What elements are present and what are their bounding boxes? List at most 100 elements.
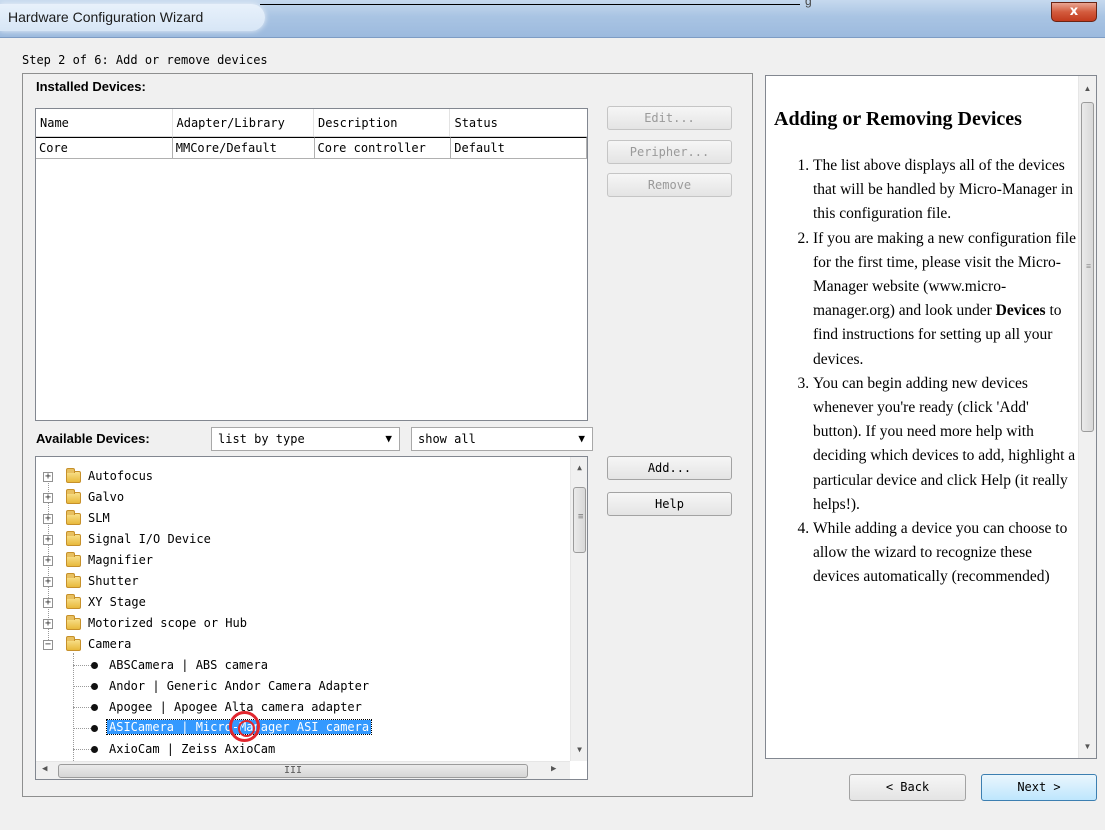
tree-category-slm[interactable]: + SLM	[36, 508, 566, 529]
collapse-icon[interactable]: −	[43, 640, 53, 650]
expand-icon[interactable]: +	[43, 535, 53, 545]
help-item: You can begin adding new devices wheneve…	[813, 372, 1076, 517]
column-header-adapter[interactable]: Adapter/Library	[173, 109, 314, 136]
folder-icon	[66, 489, 81, 504]
cell-adapter: MMCore/Default	[172, 137, 315, 159]
help-text: While adding a device you can choose to …	[813, 520, 1068, 586]
scrollbar-thumb[interactable]: ≡	[573, 487, 586, 553]
folder-icon	[66, 510, 81, 525]
filter-value: show all	[418, 432, 476, 446]
tree-category-xy-stage[interactable]: + XY Stage	[36, 592, 566, 613]
device-bullet-icon	[91, 662, 98, 669]
tree-item-axiocam[interactable]: AxioCam | Zeiss AxioCam	[36, 739, 566, 760]
cell-description: Core controller	[314, 137, 452, 159]
column-header-description[interactable]: Description	[314, 109, 451, 136]
next-button[interactable]: Next >	[981, 774, 1097, 801]
scroll-left-icon[interactable]: ◀	[42, 764, 47, 774]
tree-node-label: ABSCamera | ABS camera	[109, 658, 268, 672]
tree-connector	[73, 749, 91, 750]
cell-status: Default	[451, 137, 587, 159]
list-mode-dropdown[interactable]: list by type ▼	[211, 427, 400, 451]
expand-icon[interactable]: +	[43, 493, 53, 503]
tree-category-signal-io[interactable]: + Signal I/O Device	[36, 529, 566, 550]
tree-connector	[73, 665, 91, 666]
scroll-right-icon[interactable]: ▶	[551, 764, 556, 774]
top-edge-fragment: g	[805, 0, 812, 8]
expand-icon[interactable]: +	[43, 472, 53, 482]
expand-icon[interactable]: +	[43, 577, 53, 587]
tree-category-shutter[interactable]: + Shutter	[36, 571, 566, 592]
peripherals-button[interactable]: Peripher...	[607, 140, 732, 164]
scroll-down-icon[interactable]: ▼	[1079, 738, 1096, 755]
installed-devices-table: Name Adapter/Library Description Status …	[35, 108, 588, 421]
tree-connector	[73, 707, 91, 708]
folder-icon	[66, 468, 81, 483]
close-button[interactable]: x	[1051, 2, 1097, 22]
window-title: Hardware Configuration Wizard	[8, 9, 204, 25]
help-vertical-scrollbar[interactable]: ▲ ≡ ▼	[1078, 76, 1096, 758]
tree-vertical-scrollbar[interactable]: ▲ ≡ ▼	[570, 457, 587, 761]
expand-icon[interactable]: +	[43, 619, 53, 629]
grip-icon: ≡	[578, 512, 584, 522]
table-header: Name Adapter/Library Description Status	[36, 109, 587, 137]
help-bold-text: Devices	[995, 302, 1046, 320]
folder-icon	[66, 615, 81, 630]
grip-icon: ≡	[1086, 261, 1092, 271]
device-bullet-icon	[91, 704, 98, 711]
add-button[interactable]: Add...	[607, 456, 732, 480]
installed-devices-label: Installed Devices:	[36, 79, 146, 94]
tree-node-label: Magnifier	[88, 553, 154, 567]
tree-item-andor[interactable]: Andor | Generic Andor Camera Adapter	[36, 676, 566, 697]
annotation-circle	[229, 711, 260, 742]
tree-category-autofocus[interactable]: + Autofocus	[36, 466, 566, 487]
folder-open-icon	[66, 636, 81, 651]
help-button[interactable]: Help	[607, 492, 732, 516]
expand-icon[interactable]: +	[43, 598, 53, 608]
tree-node-label: Camera	[88, 637, 132, 651]
step-label: Step 2 of 6: Add or remove devices	[22, 53, 268, 67]
tree-node-label: AxioCam | Zeiss AxioCam	[109, 742, 276, 756]
remove-button[interactable]: Remove	[607, 173, 732, 197]
title-bar: Hardware Configuration Wizard g x	[0, 0, 1105, 38]
tree-horizontal-scrollbar[interactable]: ◀ III ▶	[36, 761, 570, 779]
help-panel: Adding or Removing Devices The list abov…	[765, 75, 1097, 759]
table-row[interactable]: Core MMCore/Default Core controller Defa…	[36, 137, 587, 159]
scroll-up-icon[interactable]: ▲	[571, 459, 587, 476]
device-bullet-icon	[91, 683, 98, 690]
tree-node-label: Autofocus	[88, 469, 154, 483]
tree-category-galvo[interactable]: + Galvo	[36, 487, 566, 508]
tree-item-abscamera[interactable]: ABSCamera | ABS camera	[36, 655, 566, 676]
tree-node-label: SLM	[88, 511, 110, 525]
folder-icon	[66, 552, 81, 567]
tree-item-apogee[interactable]: Apogee | Apogee Alta camera adapter	[36, 697, 566, 718]
help-item: The list above displays all of the devic…	[813, 154, 1076, 227]
tree-category-magnifier[interactable]: + Magnifier	[36, 550, 566, 571]
tree-category-camera[interactable]: − Camera	[36, 634, 566, 655]
list-mode-value: list by type	[218, 432, 305, 446]
edit-button[interactable]: Edit...	[607, 106, 732, 130]
folder-icon	[66, 573, 81, 588]
tree-node-label: Shutter	[88, 574, 139, 588]
scroll-up-icon[interactable]: ▲	[1079, 80, 1096, 97]
tree-item-asicamera-selected[interactable]: ASICamera | Micro-Manager ASI camera	[36, 718, 566, 739]
help-item: While adding a device you can choose to …	[813, 517, 1076, 590]
column-header-status[interactable]: Status	[450, 109, 587, 136]
column-header-name[interactable]: Name	[36, 109, 173, 136]
top-edge-line	[260, 4, 800, 5]
tree-node-label: Motorized scope or Hub	[88, 616, 247, 630]
scrollbar-thumb[interactable]: ≡	[1081, 102, 1094, 432]
available-devices-tree[interactable]: + Autofocus + Galvo + SLM + Signal I/O D…	[35, 456, 588, 780]
expand-icon[interactable]: +	[43, 556, 53, 566]
available-devices-label: Available Devices:	[36, 431, 150, 446]
filter-dropdown[interactable]: show all ▼	[411, 427, 593, 451]
tree-connector	[73, 728, 91, 729]
scrollbar-thumb[interactable]: III	[58, 764, 528, 778]
close-icon: x	[1069, 4, 1079, 19]
back-button[interactable]: < Back	[849, 774, 966, 801]
help-list: The list above displays all of the devic…	[786, 154, 1076, 590]
expand-icon[interactable]: +	[43, 514, 53, 524]
scroll-down-icon[interactable]: ▼	[571, 741, 587, 758]
help-item: If you are making a new configuration fi…	[813, 227, 1076, 372]
chevron-down-icon: ▼	[578, 432, 585, 445]
tree-category-motorized-scope[interactable]: + Motorized scope or Hub	[36, 613, 566, 634]
